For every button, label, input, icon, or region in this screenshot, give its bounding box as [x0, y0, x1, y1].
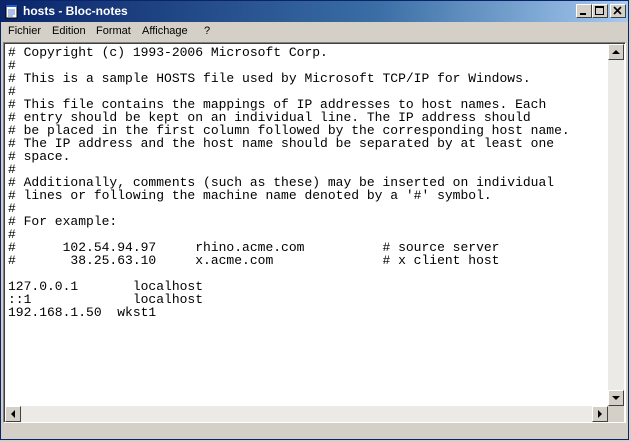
horizontal-scrollbar[interactable] — [5, 406, 608, 422]
scroll-left-button[interactable] — [5, 406, 21, 422]
window-bottom-edge — [1, 423, 628, 439]
menu-help[interactable]: ? — [200, 24, 214, 39]
window-title: hosts - Bloc-notes — [23, 4, 128, 18]
maximize-button[interactable] — [592, 4, 608, 18]
menu-fichier[interactable]: Fichier — [4, 24, 45, 39]
scroll-up-button[interactable] — [608, 44, 624, 60]
notepad-icon[interactable] — [5, 4, 19, 19]
minimize-button[interactable] — [576, 4, 592, 18]
text-area[interactable]: # Copyright (c) 1993-2006 Microsoft Corp… — [8, 46, 606, 406]
title-bar[interactable]: hosts - Bloc-notes — [1, 1, 628, 22]
menu-format[interactable]: Format — [92, 24, 135, 39]
menu-affichage[interactable]: Affichage — [138, 24, 192, 39]
scroll-right-button[interactable] — [592, 406, 608, 422]
close-button[interactable] — [610, 4, 626, 18]
editor-frame: # Copyright (c) 1993-2006 Microsoft Corp… — [3, 42, 626, 423]
vertical-scrollbar[interactable] — [608, 44, 624, 406]
scrollbar-corner — [608, 406, 624, 422]
scroll-down-button[interactable] — [608, 390, 624, 406]
menu-bar: Fichier Edition Format Affichage ? — [1, 22, 628, 41]
menu-edition[interactable]: Edition — [48, 24, 90, 39]
editor-surface: # Copyright (c) 1993-2006 Microsoft Corp… — [4, 43, 625, 422]
notepad-window: hosts - Bloc-notes Fichier Edition Forma… — [0, 0, 629, 440]
